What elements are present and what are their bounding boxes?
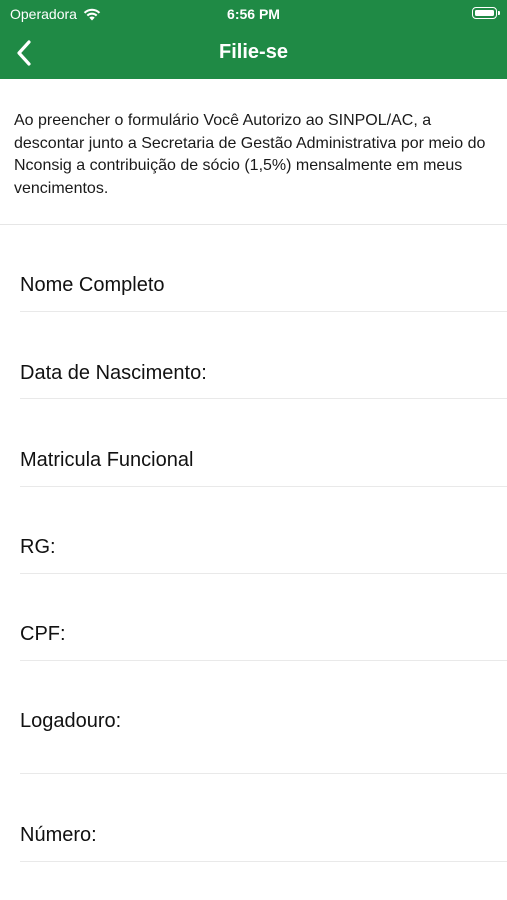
field-underline	[20, 311, 507, 312]
authorization-text: Ao preencher o formulário Você Autorizo …	[14, 112, 486, 197]
field-label: Número:	[20, 824, 97, 846]
birth-date-field[interactable]: Data de Nascimento:	[20, 362, 507, 399]
rg-field[interactable]: RG:	[20, 536, 507, 574]
battery-icon	[472, 7, 500, 19]
field-underline	[20, 660, 507, 661]
full-name-field[interactable]: Nome Completo	[20, 274, 507, 312]
field-label: Logadouro:	[20, 710, 122, 732]
field-underline	[20, 573, 507, 574]
number-field[interactable]: Número:	[20, 824, 507, 862]
status-bar: Operadora 6:56 PM	[0, 0, 507, 28]
field-label: Data de Nascimento:	[20, 362, 207, 384]
navigation-bar: Filie-se	[0, 28, 507, 79]
status-time: 6:56 PM	[227, 6, 280, 22]
section-divider	[0, 224, 507, 225]
field-label: RG:	[20, 536, 56, 558]
field-underline	[20, 861, 507, 862]
field-label: Matricula Funcional	[20, 449, 194, 471]
page-title: Filie-se	[219, 41, 288, 63]
cpf-field[interactable]: CPF:	[20, 623, 507, 661]
employee-id-field[interactable]: Matricula Funcional	[20, 449, 507, 487]
field-label: CPF:	[20, 623, 66, 645]
field-underline	[20, 486, 507, 487]
street-field[interactable]: Logadouro:	[20, 710, 507, 774]
app-header: Operadora 6:56 PM Filie-se	[0, 0, 507, 79]
field-underline	[20, 398, 507, 399]
field-label: Nome Completo	[20, 274, 165, 296]
field-underline	[20, 773, 507, 774]
